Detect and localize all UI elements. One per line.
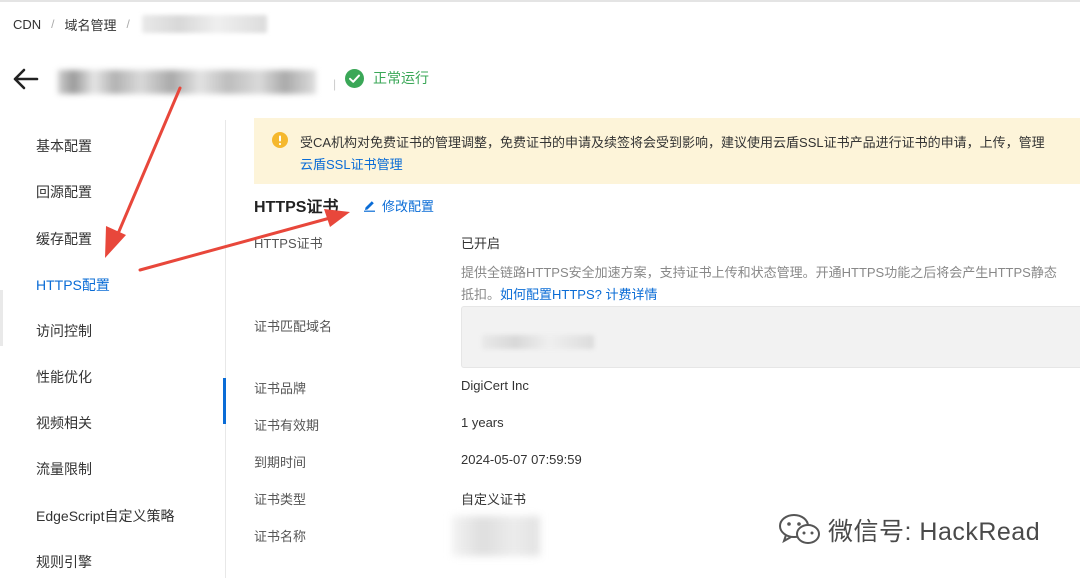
header-divider: | — [333, 77, 337, 91]
back-arrow-icon[interactable] — [11, 66, 39, 92]
sidebar-item-performance[interactable]: 性能优化 — [36, 367, 92, 387]
ssl-cert-management-link[interactable]: 云盾SSL证书管理 — [300, 154, 403, 176]
sidebar-item-rules-engine[interactable]: 规则引擎 — [36, 552, 92, 572]
status-text: 正常运行 — [373, 70, 429, 86]
section-title: HTTPS证书 — [254, 199, 339, 216]
edit-pencil-icon — [364, 201, 375, 212]
expiry-label: 到期时间 — [254, 455, 307, 470]
left-edge-mark — [0, 290, 3, 346]
cert-brand-value: DigiCert Inc — [461, 378, 529, 393]
status-badge: 正常运行 — [345, 68, 429, 88]
sidebar-item-edgescript[interactable]: EdgeScript自定义策略 — [36, 506, 174, 526]
notice-banner: 受CA机构对免费证书的管理调整，免费证书的申请及续签将会受到影响，建议使用云盾S… — [254, 118, 1080, 184]
breadcrumb: CDN / 域名管理 / — [13, 14, 267, 34]
edit-config-label: 修改配置 — [382, 199, 435, 214]
sidebar-active-indicator — [223, 378, 226, 424]
https-description-prefix: 抵扣。 — [461, 287, 501, 302]
breadcrumb-cdn[interactable]: CDN — [13, 17, 41, 32]
expiry-value: 2024-05-07 07:59:59 — [461, 452, 582, 467]
check-circle-icon — [345, 68, 364, 88]
edit-config-button[interactable]: 修改配置 — [363, 196, 434, 215]
warning-icon — [272, 132, 288, 153]
domain-match-blurred — [482, 335, 594, 349]
sidebar-item-cache[interactable]: 缓存配置 — [36, 229, 92, 249]
cert-brand-label: 证书品牌 — [254, 381, 307, 396]
sidebar-item-video[interactable]: 视频相关 — [36, 413, 92, 433]
breadcrumb-separator: / — [51, 17, 55, 31]
sidebar-item-https[interactable]: HTTPS配置 — [36, 275, 110, 295]
sidebar-item-traffic-limit[interactable]: 流量限制 — [36, 459, 92, 479]
breadcrumb-domain-management[interactable]: 域名管理 — [65, 15, 117, 34]
watermark-text: 微信号: HackRead — [828, 518, 1041, 546]
https-description-line1: 提供全链路HTTPS安全加速方案，支持证书上传和状态管理。开通HTTPS功能之后… — [461, 265, 1057, 280]
how-to-configure-https-link[interactable]: 如何配置HTTPS? — [500, 287, 602, 302]
domain-match-label: 证书匹配域名 — [254, 319, 333, 334]
domain-match-box — [461, 306, 1080, 368]
cert-name-blurred — [452, 516, 540, 556]
sidebar-item-origin[interactable]: 回源配置 — [36, 182, 92, 202]
top-border — [0, 0, 1080, 2]
domain-name-blurred — [58, 70, 316, 94]
cert-type-label: 证书类型 — [254, 492, 307, 507]
billing-details-link[interactable]: 计费详情 — [605, 287, 657, 302]
notice-text: 受CA机构对免费证书的管理调整，免费证书的申请及续签将会受到影响，建议使用云盾S… — [300, 135, 1045, 150]
cert-type-value: 自定义证书 — [461, 492, 527, 507]
https-description: 提供全链路HTTPS安全加速方案，支持证书上传和状态管理。开通HTTPS功能之后… — [461, 262, 1080, 306]
breadcrumb-separator: / — [126, 17, 130, 31]
https-cert-value: 已开启 — [461, 236, 501, 251]
https-cert-label: HTTPS证书 — [254, 236, 323, 251]
cert-name-label: 证书名称 — [254, 529, 307, 544]
cert-validity-value: 1 years — [461, 415, 504, 430]
wechat-icon — [779, 514, 820, 544]
cert-validity-label: 证书有效期 — [254, 418, 320, 433]
breadcrumb-domain-blurred — [141, 15, 267, 33]
sidebar-item-basic[interactable]: 基本配置 — [36, 136, 92, 156]
watermark: 微信号: HackRead — [778, 512, 1040, 548]
sidebar-item-access-control[interactable]: 访问控制 — [36, 321, 92, 341]
sidebar-border — [225, 120, 226, 578]
